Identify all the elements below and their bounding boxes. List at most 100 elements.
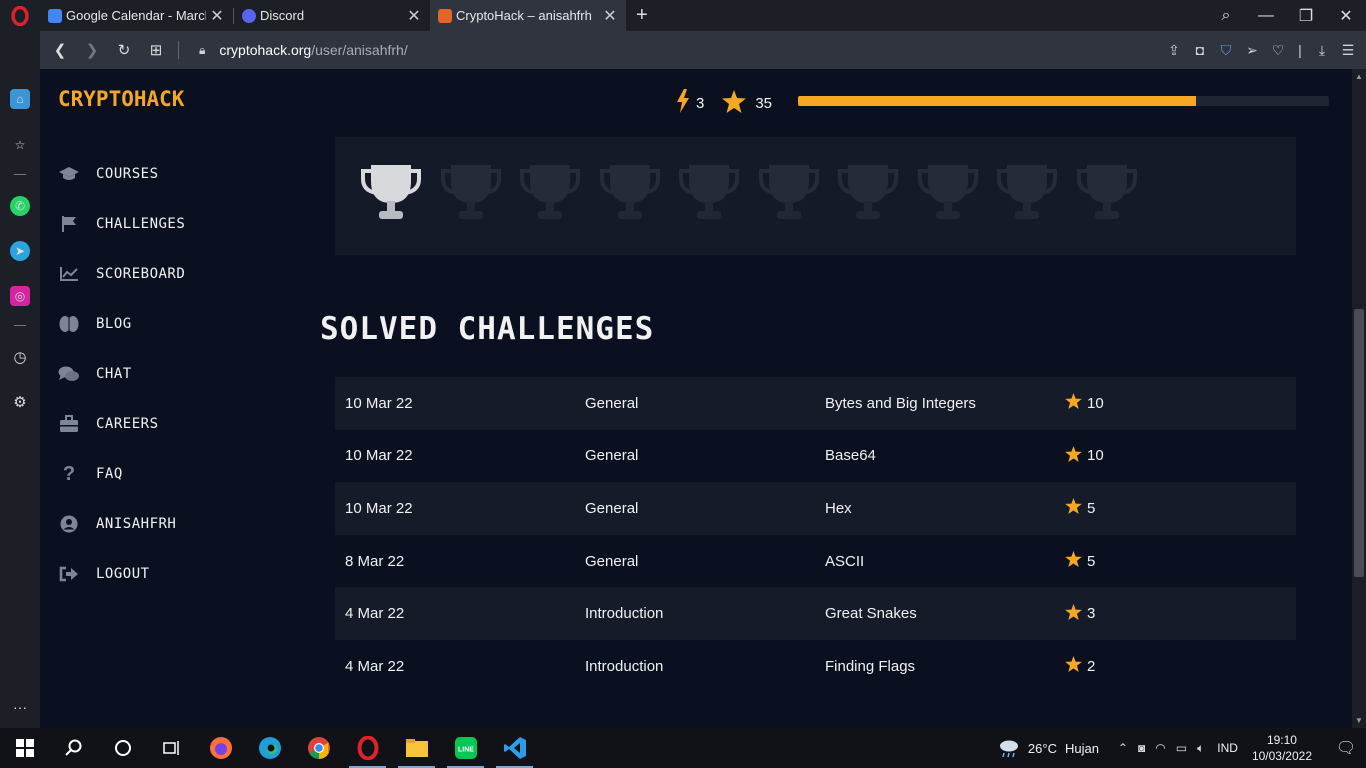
nav-label: COURSES bbox=[96, 166, 159, 182]
site-logo[interactable]: CRYPTOHACK bbox=[58, 87, 184, 111]
solved-date-text: 10 Mar 22 bbox=[345, 499, 413, 517]
table-row: 10 Mar 22 General Base64 10 bbox=[335, 430, 1296, 483]
table-row: 4 Mar 22 Introduction Great Snakes 3 bbox=[335, 587, 1296, 640]
nav-item-chat[interactable]: CHAT bbox=[58, 349, 185, 399]
tab-google-calendar[interactable]: Google Calendar - March 2 ✕ bbox=[40, 0, 233, 31]
solved-challenge-name[interactable]: Bytes and Big Integers bbox=[815, 395, 1055, 412]
lightning-icon bbox=[676, 89, 690, 118]
new-tab-button[interactable]: + bbox=[626, 4, 658, 27]
line-app-icon[interactable]: LINE bbox=[441, 728, 490, 768]
forward-icon[interactable]: ❯ bbox=[76, 41, 108, 59]
solved-date: 10 Mar 22 bbox=[335, 447, 575, 464]
language-indicator[interactable]: IND bbox=[1217, 741, 1238, 755]
task-view-icon[interactable] bbox=[147, 728, 196, 768]
notifications-icon[interactable]: 🗨︎ bbox=[1326, 738, 1366, 758]
solved-challenge-name[interactable]: Hex bbox=[815, 500, 1055, 517]
close-icon[interactable]: ✕ bbox=[602, 6, 618, 26]
solved-challenge-name[interactable]: Finding Flags bbox=[815, 658, 1055, 675]
reload-icon[interactable]: ↻ bbox=[108, 41, 140, 59]
cortana-icon[interactable] bbox=[98, 728, 147, 768]
chrome-icon[interactable] bbox=[294, 728, 343, 768]
nav-item-blog[interactable]: BLOG bbox=[58, 299, 185, 349]
tab-discord[interactable]: Discord ✕ bbox=[234, 0, 430, 31]
weather-widget[interactable]: 26°C Hujan bbox=[998, 738, 1099, 758]
search-tabs-icon[interactable]: ⌕ bbox=[1206, 7, 1246, 25]
nav-item-faq[interactable]: ? FAQ bbox=[58, 449, 185, 499]
system-tray: 26°C Hujan ⌃ ◙ ◠ ▭ 🔈︎ IND 19:10 10/03/20… bbox=[998, 728, 1366, 768]
solved-challenge-name[interactable]: Great Snakes bbox=[815, 605, 1055, 622]
more-icon[interactable]: ··· bbox=[10, 697, 30, 717]
opera-taskbar-icon[interactable] bbox=[343, 728, 392, 768]
solved-category: General bbox=[575, 447, 815, 464]
clock[interactable]: 19:10 10/03/2022 bbox=[1252, 732, 1312, 764]
address-bar-actions: ⇪ ◘ ⛉ ➢ ♡ | ⤓ ☰ bbox=[1166, 31, 1356, 69]
star-icon bbox=[1065, 551, 1082, 571]
nav-item-careers[interactable]: CAREERS bbox=[58, 399, 185, 449]
url-field[interactable]: 🔒︎ cryptohack.org/user/anisahfrh/ bbox=[199, 42, 408, 58]
cryptohack-icon bbox=[438, 8, 452, 23]
snapshot-icon[interactable]: ◘ bbox=[1192, 42, 1208, 58]
webcam-icon[interactable]: ◙ bbox=[1138, 741, 1145, 755]
windows-start-icon[interactable] bbox=[0, 728, 49, 768]
back-icon[interactable]: ❮ bbox=[44, 41, 76, 59]
opera-logo-icon[interactable] bbox=[0, 0, 40, 31]
solved-challenge-name[interactable]: Base64 bbox=[815, 447, 1055, 464]
flag-icon bbox=[58, 215, 80, 233]
table-row: 10 Mar 22 General Bytes and Big Integers 10 bbox=[335, 377, 1296, 430]
star-icon bbox=[1065, 603, 1082, 624]
scroll-down-icon[interactable]: ▼ bbox=[1352, 716, 1366, 725]
scrollbar-thumb[interactable] bbox=[1354, 309, 1364, 577]
actions-divider: | bbox=[1298, 42, 1302, 58]
download-icon[interactable]: ⤓ bbox=[1314, 42, 1330, 59]
easy-setup-icon[interactable]: ☰ bbox=[1340, 42, 1356, 59]
solved-category-text: Introduction bbox=[585, 605, 664, 623]
vscode-icon[interactable] bbox=[490, 728, 539, 768]
history-icon[interactable]: ◷ bbox=[10, 347, 30, 367]
table-row: 10 Mar 22 General Hex 5 bbox=[335, 482, 1296, 535]
edge-icon[interactable] bbox=[245, 728, 294, 768]
volume-icon[interactable]: 🔈︎ bbox=[1197, 741, 1204, 756]
score-count: 35 bbox=[755, 95, 773, 112]
solved-points-text: 5 bbox=[1087, 552, 1096, 570]
search-icon[interactable] bbox=[49, 728, 98, 768]
share-icon[interactable]: ⇪ bbox=[1166, 42, 1182, 59]
page-scrollbar[interactable]: ▲ ▼ bbox=[1352, 69, 1366, 728]
battery-icon[interactable]: ▭ bbox=[1176, 741, 1187, 755]
send-icon[interactable]: ➢ bbox=[1244, 42, 1260, 59]
nav-item-challenges[interactable]: CHALLENGES bbox=[58, 199, 185, 249]
telegram-icon[interactable]: ➤ bbox=[10, 241, 30, 261]
close-icon[interactable]: ✕ bbox=[209, 6, 225, 26]
star-icon bbox=[1065, 445, 1082, 466]
nav-item-profile[interactable]: ANISAHFRH bbox=[58, 499, 185, 549]
maximize-icon[interactable]: ❐ bbox=[1286, 6, 1326, 26]
tab-title: Google Calendar - March 2 bbox=[66, 8, 206, 23]
wifi-icon[interactable]: ◠ bbox=[1155, 741, 1165, 755]
shield-icon[interactable]: ⛉ bbox=[1218, 42, 1234, 59]
firefox-icon[interactable] bbox=[196, 728, 245, 768]
close-icon[interactable]: ✕ bbox=[406, 6, 422, 26]
trophy-icon bbox=[758, 163, 819, 223]
instagram-icon[interactable]: ◎ bbox=[10, 286, 30, 306]
solved-points-text: 2 bbox=[1087, 657, 1096, 675]
solved-category-text: General bbox=[585, 499, 639, 517]
heart-icon[interactable]: ♡ bbox=[1270, 42, 1286, 59]
trophy-icon bbox=[1076, 163, 1137, 223]
chevron-up-icon[interactable]: ⌃ bbox=[1118, 741, 1128, 755]
whatsapp-icon[interactable]: ✆ bbox=[10, 196, 30, 216]
scroll-up-icon[interactable]: ▲ bbox=[1352, 72, 1366, 81]
home-icon[interactable]: ⌂ bbox=[10, 89, 30, 109]
close-window-icon[interactable]: ✕ bbox=[1326, 6, 1366, 26]
pinboard-icon[interactable]: ☆ bbox=[10, 135, 30, 155]
nav-item-scoreboard[interactable]: SCOREBOARD bbox=[58, 249, 185, 299]
solved-challenge-name-text: Hex bbox=[825, 499, 852, 517]
speed-dial-icon[interactable]: ⊞ bbox=[140, 41, 172, 59]
nav-item-logout[interactable]: LOGOUT bbox=[58, 549, 185, 599]
minimize-icon[interactable]: — bbox=[1246, 7, 1286, 25]
solved-challenge-name[interactable]: ASCII bbox=[815, 553, 1055, 570]
solved-category: General bbox=[575, 500, 815, 517]
tab-cryptohack[interactable]: CryptoHack – anisahfrh ✕ bbox=[430, 0, 626, 31]
settings-gear-icon[interactable]: ⚙ bbox=[10, 392, 30, 412]
nav-item-courses[interactable]: COURSES bbox=[58, 149, 185, 199]
file-explorer-icon[interactable] bbox=[392, 728, 441, 768]
browser-tab-bar: Google Calendar - March 2 ✕ Discord ✕ Cr… bbox=[0, 0, 1366, 31]
